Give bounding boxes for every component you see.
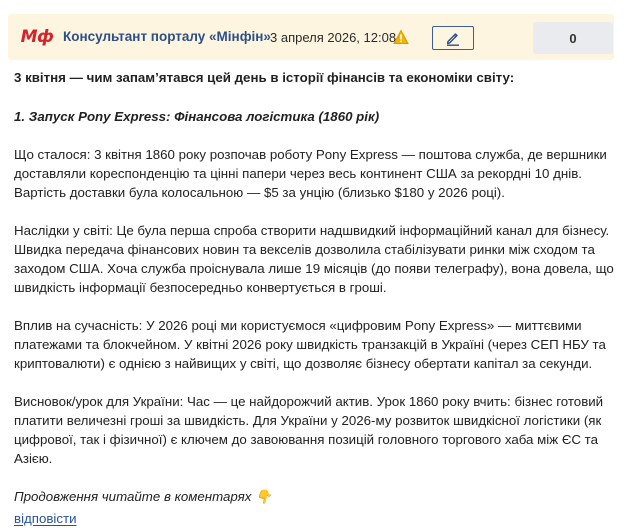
paragraph-consequences: Наслідки у світі: Це була перша спроба с…	[14, 223, 614, 295]
paragraph-conclusion: Висновок/урок для України: Час — це найд…	[14, 394, 604, 466]
continue-note: Продовження читайте в коментарях 👇	[14, 489, 272, 504]
comment-header: Мф Консультант порталу «Мінфін» 3 апреля…	[8, 14, 614, 60]
pencil-icon	[446, 33, 459, 46]
section-title: 1. Запуск Pony Express: Фінансова логіст…	[14, 109, 380, 124]
edit-button[interactable]	[432, 26, 474, 50]
warning-icon[interactable]	[393, 29, 409, 45]
author-avatar[interactable]: Мф	[20, 24, 54, 50]
comment-post: Мф Консультант порталу «Мінфін» 3 апреля…	[0, 0, 628, 526]
paragraph-modern-impact: Вплив на сучасність: У 2026 році ми кори…	[14, 318, 606, 371]
paragraph-what-happened: Що сталося: 3 квітня 1860 року розпочав …	[14, 147, 607, 200]
rating-counter[interactable]: 0	[533, 22, 613, 54]
intro-heading: 3 квітня — чим запам’ятався цей день в і…	[14, 70, 515, 85]
author-name-link[interactable]: Консультант порталу «Мінфін»	[63, 29, 271, 44]
comment-body: 3 квітня — чим запам’ятався цей день в і…	[14, 68, 614, 528]
warning-icon-glyph	[393, 29, 409, 44]
comment-date: 3 апреля 2026, 12:08	[270, 30, 397, 45]
